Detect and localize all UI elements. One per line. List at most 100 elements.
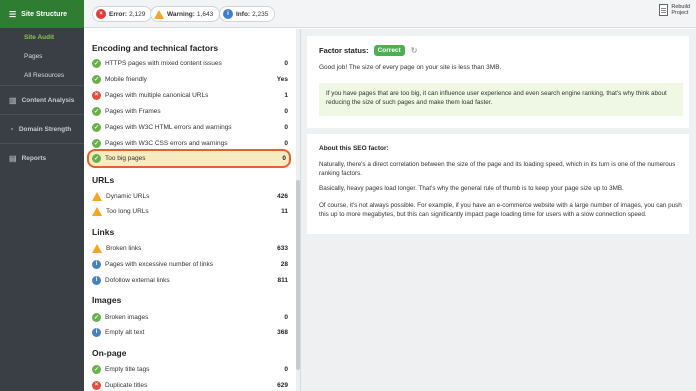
list-item[interactable]: i Pages with excessive number of links 2… bbox=[92, 257, 288, 271]
list-item[interactable]: Broken links 633 bbox=[92, 241, 288, 255]
error-icon: × bbox=[92, 90, 101, 100]
list-item[interactable]: Dynamic URLs 426 bbox=[92, 189, 288, 203]
list-item[interactable]: ✓ Pages with W3C CSS errors and warnings… bbox=[92, 136, 288, 150]
about-paragraph: Naturally, there's a direct correlation … bbox=[319, 161, 676, 177]
factor-value: 0 bbox=[282, 155, 286, 162]
list-item[interactable]: ✓ Pages with W3C HTML errors and warning… bbox=[92, 120, 288, 134]
sidebar-section-label: Reports bbox=[21, 154, 47, 162]
factor-status: Factor status: Correct ↻ bbox=[319, 45, 417, 56]
factor-value: 633 bbox=[277, 244, 288, 252]
sidebar-item-content-analysis[interactable]: ▥ Content Analysis bbox=[0, 85, 84, 114]
list-item[interactable]: i Empty alt text 368 bbox=[92, 325, 288, 339]
factor-label: Empty alt text bbox=[105, 328, 145, 336]
info-icon: i bbox=[92, 327, 101, 337]
check-icon: ✓ bbox=[92, 106, 101, 116]
list-item[interactable]: Too long URLs 11 bbox=[92, 204, 288, 218]
list-item[interactable]: ✓ Broken images 0 bbox=[92, 310, 288, 324]
sidebar-title: Site Structure bbox=[21, 10, 68, 18]
category-title: Images bbox=[92, 295, 122, 305]
about-paragraph: Of course, it's not always possible. For… bbox=[319, 202, 682, 218]
sidebar-item-domain-strength[interactable]: ◔ Domain Strength bbox=[0, 114, 84, 143]
info-filter[interactable]: i Info: 2,235 bbox=[219, 6, 276, 22]
error-count: 2,129 bbox=[129, 10, 146, 18]
factor-value: 0 bbox=[284, 123, 288, 131]
status-badge: Correct bbox=[373, 45, 405, 56]
project-label: Project bbox=[671, 10, 689, 16]
check-icon: ✓ bbox=[92, 74, 101, 84]
check-icon: ✓ bbox=[92, 154, 101, 163]
factor-value: Yes bbox=[276, 75, 288, 83]
list-item[interactable]: × Pages with multiple canonical URLs 1 bbox=[92, 88, 288, 102]
list-item[interactable]: ✓ Empty title tags 0 bbox=[92, 362, 288, 376]
factor-label: Dofollow external links bbox=[105, 276, 170, 284]
warning-count: 1,643 bbox=[196, 10, 214, 18]
factor-label: Pages with multiple canonical URLs bbox=[105, 91, 209, 99]
factor-label: Pages with W3C HTML errors and warnings bbox=[105, 123, 232, 131]
sidebar-section-label: Domain Strength bbox=[18, 125, 72, 133]
sidebar-item-site-structure[interactable]: ☰ Site Structure bbox=[0, 0, 84, 28]
info-count: 2,235 bbox=[252, 10, 269, 18]
check-icon: ✓ bbox=[92, 364, 101, 374]
check-icon: ✓ bbox=[92, 312, 101, 322]
info-icon: i bbox=[223, 9, 233, 19]
list-item[interactable]: ✓ Mobile friendly Yes bbox=[92, 72, 288, 86]
factor-label: Mobile friendly bbox=[105, 75, 147, 83]
factor-value: 0 bbox=[284, 139, 288, 147]
list-item[interactable]: ✓ HTTPS pages with mixed content issues … bbox=[92, 56, 288, 70]
factor-label: Too big pages bbox=[105, 155, 146, 162]
error-icon: × bbox=[92, 380, 101, 390]
factor-value: 11 bbox=[281, 207, 288, 215]
factor-value: 811 bbox=[277, 276, 289, 284]
list-icon: ☰ bbox=[9, 9, 17, 19]
factor-label: Empty title tags bbox=[105, 365, 150, 373]
factor-status-card: Factor status: Correct ↻ Good job! The s… bbox=[307, 36, 689, 128]
factor-status-label: Factor status: bbox=[319, 46, 369, 55]
warning-label: Warning: bbox=[167, 10, 195, 18]
category-title: URLs bbox=[92, 175, 115, 185]
factor-label: Broken links bbox=[106, 244, 142, 252]
check-icon: ✓ bbox=[92, 138, 101, 148]
about-heading: About this SEO factor: bbox=[319, 145, 389, 152]
factor-label: Pages with W3C CSS errors and warnings bbox=[105, 139, 228, 147]
category-title: On-page bbox=[92, 348, 127, 358]
warning-icon bbox=[154, 9, 164, 19]
factor-value: 0 bbox=[284, 59, 288, 67]
info-icon: i bbox=[92, 275, 101, 285]
factor-value: 368 bbox=[277, 328, 288, 336]
list-item[interactable]: ✓ Pages with Frames 0 bbox=[92, 104, 288, 118]
error-label: Error: bbox=[109, 10, 128, 18]
sidebar-item-pages[interactable]: Pages bbox=[0, 47, 84, 66]
factor-label: Pages with Frames bbox=[105, 107, 161, 115]
list-item-selected[interactable]: ✓ Too big pages 0 bbox=[87, 149, 291, 168]
error-icon: × bbox=[96, 9, 106, 19]
factor-label: Too long URLs bbox=[106, 207, 149, 215]
sidebar-section-label: Content Analysis bbox=[21, 96, 75, 104]
check-icon: ✓ bbox=[92, 122, 101, 132]
factor-label: Dynamic URLs bbox=[106, 192, 150, 200]
list-item[interactable]: × Duplicate titles 629 bbox=[92, 378, 288, 391]
warning-icon bbox=[92, 243, 102, 253]
sidebar-item-all-resources[interactable]: All Resources bbox=[0, 66, 84, 85]
factor-value: 0 bbox=[284, 365, 288, 373]
warning-icon bbox=[92, 191, 102, 201]
factor-value: 1 bbox=[284, 91, 288, 99]
sidebar-item-reports[interactable]: ▤ Reports bbox=[0, 143, 84, 172]
factor-label: Broken images bbox=[105, 313, 149, 321]
about-paragraph: Basically, heavy pages load longer. That… bbox=[319, 185, 624, 192]
about-factor-card: About this SEO factor: Naturally, there'… bbox=[307, 134, 689, 234]
info-icon: i bbox=[92, 259, 101, 269]
error-filter[interactable]: × Error: 2,129 bbox=[92, 6, 153, 22]
refresh-icon[interactable]: ↻ bbox=[411, 46, 418, 55]
category-title: Links bbox=[92, 227, 115, 237]
seo-factor-list: Encoding and technical factors ✓ HTTPS p… bbox=[84, 29, 300, 391]
warning-filter[interactable]: Warning: 1,643 bbox=[150, 6, 221, 22]
document-icon bbox=[659, 4, 669, 16]
info-label: Info: bbox=[236, 10, 251, 18]
factor-label: HTTPS pages with mixed content issues bbox=[105, 59, 222, 67]
sidebar-item-site-audit[interactable]: Site Audit bbox=[0, 28, 84, 47]
factor-value: 28 bbox=[280, 260, 288, 268]
toolbar: × Error: 2,129 Warning: 1,643 i Info: 2,… bbox=[84, 0, 696, 28]
rebuild-project-button[interactable]: Rebuild Project bbox=[659, 4, 690, 16]
content-icon: ▥ bbox=[9, 95, 17, 105]
list-item[interactable]: i Dofollow external links 811 bbox=[92, 273, 288, 287]
